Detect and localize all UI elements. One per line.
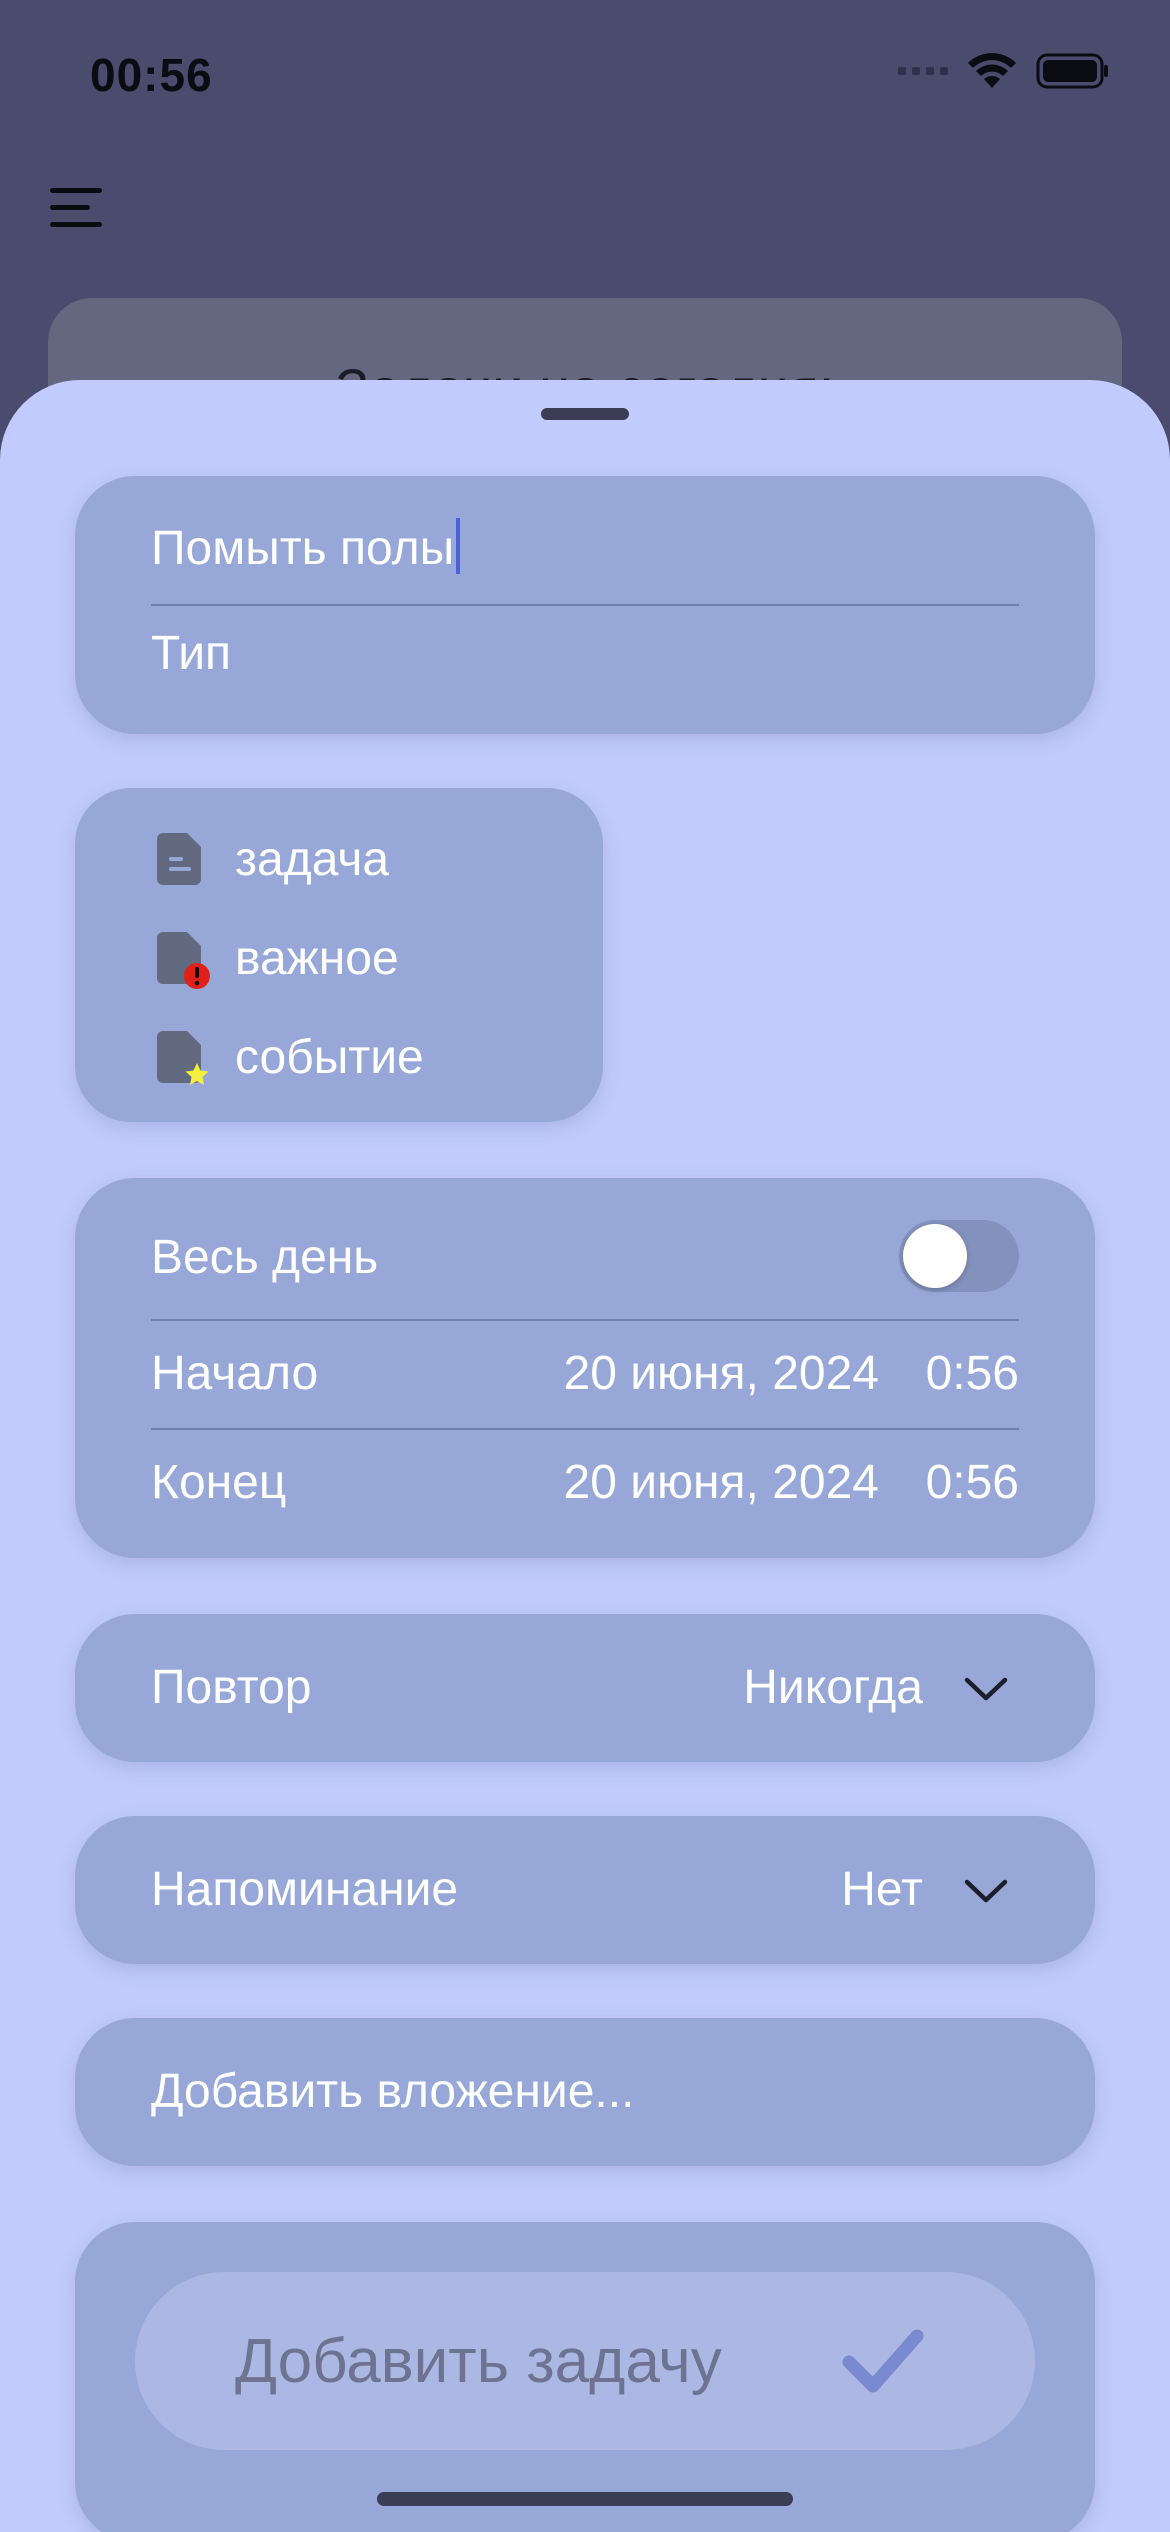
type-option-label: важное [235, 931, 399, 985]
type-option-event[interactable]: событие [155, 1022, 424, 1092]
repeat-value[interactable]: Никогда [743, 1660, 923, 1715]
sheet-grabber[interactable] [541, 408, 629, 420]
cellular-signal-icon [898, 67, 948, 75]
type-menu: задача важное событие [75, 788, 603, 1122]
start-label: Начало [151, 1347, 319, 1400]
divider [151, 1428, 1019, 1430]
repeat-row[interactable]: Повтор Никогда [75, 1614, 1095, 1762]
home-indicator [377, 2492, 793, 2506]
status-icons [898, 52, 1110, 90]
type-option-important[interactable]: важное [155, 923, 399, 993]
repeat-label: Повтор [151, 1661, 312, 1714]
task-title-input[interactable]: Помыть полы [151, 518, 461, 576]
start-date[interactable]: 20 июня, 2024 [564, 1346, 880, 1401]
all-day-toggle[interactable] [899, 1220, 1019, 1292]
type-option-task[interactable]: задача [155, 824, 389, 894]
add-task-label: Добавить задачу [235, 2327, 722, 2396]
menu-icon[interactable] [50, 188, 106, 228]
reminder-value[interactable]: Нет [841, 1862, 923, 1917]
status-time: 00:56 [90, 49, 213, 101]
add-attachment-label: Добавить вложение... [151, 2065, 635, 2118]
title-type-card: Помыть полы Тип [75, 476, 1095, 734]
toggle-knob [903, 1224, 967, 1288]
add-task-button[interactable]: Добавить задачу [135, 2272, 1035, 2450]
reminder-row[interactable]: Напоминание Нет [75, 1816, 1095, 1964]
document-event-icon [155, 1029, 209, 1085]
reminder-label: Напоминание [151, 1863, 459, 1916]
wifi-icon [966, 52, 1018, 90]
document-important-icon [155, 930, 210, 989]
checkmark-icon [842, 2329, 924, 2393]
chevron-down-icon[interactable] [963, 1674, 1009, 1704]
start-time[interactable]: 0:56 [926, 1346, 1019, 1401]
end-label: Конец [151, 1456, 287, 1509]
add-attachment-row[interactable]: Добавить вложение... [75, 2018, 1095, 2166]
end-time[interactable]: 0:56 [926, 1455, 1019, 1510]
end-date[interactable]: 20 июня, 2024 [564, 1455, 880, 1510]
battery-icon [1036, 53, 1110, 89]
new-task-sheet: Помыть полы Тип задача важное событие Ве… [0, 380, 1170, 2532]
text-cursor [456, 518, 461, 574]
type-option-label: событие [235, 1030, 424, 1084]
chevron-down-icon[interactable] [963, 1876, 1009, 1906]
type-label[interactable]: Тип [151, 626, 231, 681]
all-day-label: Весь день [151, 1231, 379, 1284]
type-option-label: задача [235, 832, 390, 886]
divider [151, 1319, 1019, 1321]
date-card: Весь день Начало 20 июня, 2024 0:56 Коне… [75, 1178, 1095, 1558]
bottom-panel: Добавить задачу [75, 2222, 1095, 2532]
divider [151, 604, 1019, 606]
document-icon [155, 831, 205, 887]
